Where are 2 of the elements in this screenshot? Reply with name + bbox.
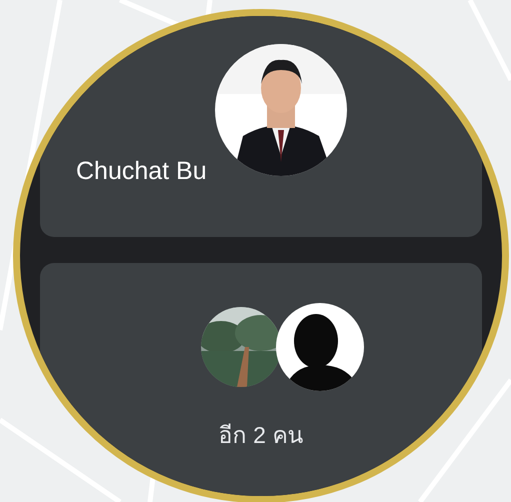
participant-name: Chuchat Bu [76, 156, 207, 187]
others-count: อีก 2 คน [218, 421, 304, 450]
